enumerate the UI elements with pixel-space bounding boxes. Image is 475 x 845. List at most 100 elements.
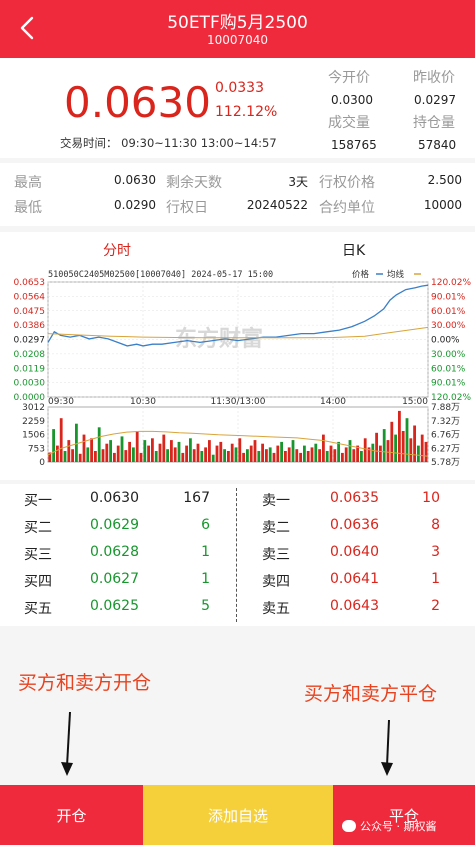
volume-bar	[413, 425, 416, 462]
add-watchlist-button[interactable]: 添加自选	[143, 785, 333, 845]
ask-quantity: 3	[431, 544, 440, 560]
volume-bar	[238, 438, 242, 462]
volume-bar	[90, 438, 93, 462]
days-left-value: 3天	[288, 175, 308, 189]
annotation-open-position: 买方和卖方开仓	[18, 672, 152, 694]
open-label: 今开价	[328, 70, 370, 86]
volume-bar	[223, 449, 226, 462]
volume-bar	[405, 418, 409, 462]
bid-quantity: 5	[201, 598, 210, 614]
volume-bar	[375, 432, 378, 462]
volume-y-tick-label: 753	[28, 444, 45, 454]
volume-bar	[394, 434, 397, 462]
volume-bar	[287, 447, 291, 462]
bid-price: 0.0627	[90, 571, 139, 587]
bid-level-label: 买四	[24, 574, 52, 590]
ask-quantity: 2	[431, 598, 440, 614]
trade-time: 交易时间： 09:30~11:30 13:00~14:57	[60, 136, 277, 150]
volume-bar	[52, 429, 55, 462]
order-book-divider	[236, 488, 237, 622]
volume-bar	[192, 449, 196, 462]
volume-y-tick-label: 0	[39, 458, 45, 468]
volume-bar	[295, 449, 299, 462]
volume-bar	[139, 452, 143, 462]
tab-intraday[interactable]: 分时	[103, 240, 131, 260]
wechat-watermark: 公众号 · 期权酱	[342, 818, 437, 834]
volume-bar	[120, 436, 124, 462]
volume-bar	[261, 443, 264, 462]
volume-bar	[162, 434, 166, 462]
exercise-date-value: 20240522	[246, 198, 308, 212]
volume-bar	[177, 441, 181, 462]
arrow-down-right-icon	[381, 719, 393, 776]
volume-bar	[196, 443, 200, 462]
strike-value: 2.500	[427, 173, 462, 187]
volume-bar	[59, 418, 63, 462]
volume-bar	[211, 454, 215, 462]
volume-bar	[314, 443, 318, 462]
ask-quantity: 8	[431, 517, 440, 533]
ask-level-label: 卖一	[262, 493, 290, 509]
volume-bar	[158, 443, 162, 462]
intraday-chart-svg: 510050C2405M02500[10007040] 2024-05-17 1…	[14, 269, 472, 468]
volume-bar	[128, 441, 131, 462]
volume-bar	[420, 434, 424, 462]
volume-bar	[78, 453, 82, 462]
volume-bar	[234, 447, 238, 462]
volume-bar	[71, 449, 74, 462]
oi-y-tick-label: 5.78万	[431, 458, 460, 468]
x-tick-label: 09:30	[48, 397, 74, 407]
volume-bar	[63, 451, 67, 462]
bid-price: 0.0628	[90, 544, 139, 560]
volume-bar	[276, 445, 280, 462]
volume-bar	[82, 434, 86, 462]
volume-bar	[147, 445, 150, 462]
contract-unit-value: 10000	[423, 198, 462, 212]
bid-quantity: 1	[201, 544, 210, 560]
price-change: 0.0333	[215, 80, 264, 96]
y-left-tick-label: 0.0564	[14, 292, 46, 302]
y-right-tick-label: 30.00%	[431, 350, 466, 360]
volume-bar	[265, 449, 268, 462]
volume-bar	[215, 445, 219, 462]
volume-label: 成交量	[328, 115, 370, 131]
volume-bar	[371, 443, 375, 462]
volume-bar	[135, 431, 139, 462]
volume-bar	[56, 445, 59, 462]
volume-bar	[299, 452, 302, 462]
y-right-tick-label: 60.01%	[431, 364, 466, 374]
volume-bar	[189, 438, 192, 462]
volume-bar	[227, 451, 230, 462]
y-left-tick-label: 0.0475	[14, 307, 46, 317]
volume-bar	[200, 451, 204, 462]
volume-bar	[105, 443, 109, 462]
volume-bar	[348, 440, 352, 462]
close-position-button[interactable]: 平仓	[333, 785, 475, 845]
prev-close-label: 昨收价	[413, 70, 455, 86]
tab-daily-k[interactable]: 日K	[342, 240, 365, 260]
bid-price: 0.0630	[90, 490, 139, 506]
volume-bar	[333, 449, 337, 462]
ask-price: 0.0641	[330, 571, 379, 587]
bid-quantity: 6	[201, 517, 210, 533]
volume-bar	[151, 438, 154, 462]
volume-bar	[173, 447, 177, 462]
volume-bar	[310, 447, 314, 462]
volume-bar	[67, 440, 71, 462]
volume-bar	[97, 427, 101, 462]
volume-bar	[291, 440, 295, 462]
volume-y-tick-label: 1506	[22, 431, 45, 441]
open-interest-label: 持仓量	[413, 115, 455, 131]
open-value: 0.0300	[331, 93, 373, 107]
y-left-tick-label: 0.0386	[14, 321, 46, 331]
y-right-tick-label: 120.02%	[431, 278, 471, 288]
volume-bar	[272, 452, 276, 462]
volume-bar	[109, 440, 112, 462]
volume-bar	[143, 440, 147, 462]
open-position-button[interactable]: 开仓	[0, 785, 143, 845]
volume-bar	[318, 449, 321, 462]
volume-bar	[306, 451, 310, 462]
bid-quantity: 1	[201, 571, 210, 587]
volume-bar	[379, 445, 382, 462]
volume-bar	[360, 451, 363, 462]
